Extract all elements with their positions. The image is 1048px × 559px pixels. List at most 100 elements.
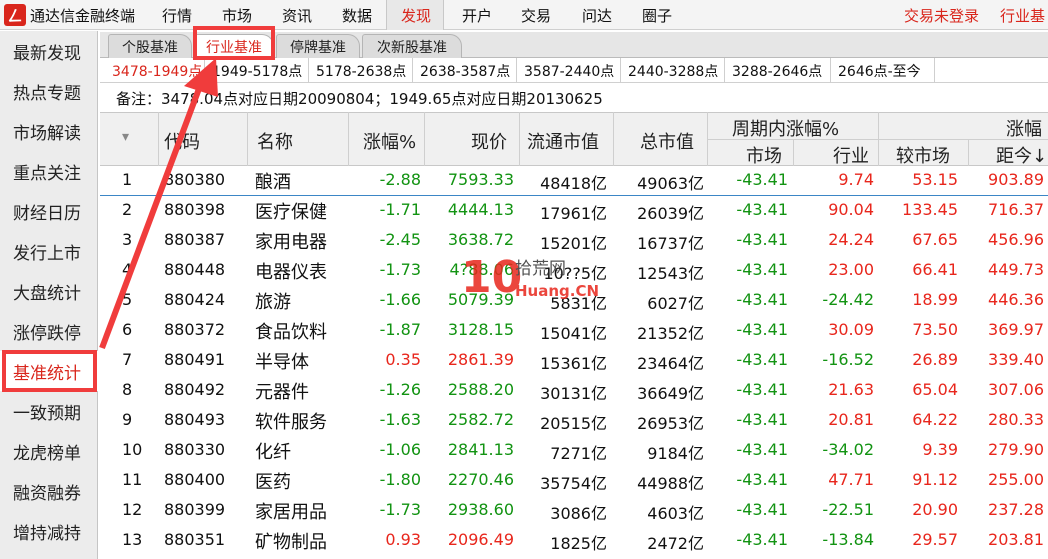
sort-arrow-icon[interactable]: ▾ <box>122 129 129 145</box>
column-header-vs-market[interactable]: 较市场 <box>896 142 950 168</box>
table-row[interactable]: 6 880372 食品饮料 -1.87 3128.15 15041亿 21352亿 -43.4… <box>100 316 1048 346</box>
range-option[interactable]: 1949-5178点 <box>205 58 309 83</box>
table-row[interactable]: 13 880351 矿物制品 0.93 2096.49 1825亿 2472亿 -43.41 -… <box>100 526 1048 556</box>
cell-industry: -22.51 <box>822 500 874 519</box>
cell-float-cap: 7271亿 <box>550 444 607 463</box>
sidebar-item-hot-topics[interactable]: 热点专题 <box>0 71 98 111</box>
cell-change: -2.45 <box>379 230 421 249</box>
range-option[interactable]: 2646点-至今 <box>831 58 935 83</box>
sidebar-item-holding-changes[interactable]: 增持减持 <box>0 511 98 551</box>
table-row[interactable]: 9 880493 软件服务 -1.63 2582.72 20515亿 26953亿 -43.4… <box>100 406 1048 436</box>
cell-market: -43.41 <box>736 200 788 219</box>
menu-item-shuju[interactable]: 数据 <box>342 5 372 26</box>
cell-idx: 13 <box>122 530 143 549</box>
cell-name: 化纤 <box>255 442 291 463</box>
menu-item-faxian[interactable]: 发现 <box>401 5 431 26</box>
column-header-change[interactable]: 涨幅% <box>363 128 416 154</box>
menu-item-quanzi[interactable]: 圈子 <box>642 5 672 26</box>
column-divider <box>348 112 349 166</box>
column-header-price[interactable]: 现价 <box>471 128 507 154</box>
sidebar-item-market-analysis[interactable]: 市场解读 <box>0 111 98 151</box>
cell-idx: 11 <box>122 470 143 489</box>
sidebar-item-finance-calendar[interactable]: 财经日历 <box>0 191 98 231</box>
top-menu-bar: ㄥ 通达信金融终端 行情 市场 资讯 数据 发现 开户 交易 问达 圈子 交易未… <box>0 0 1048 30</box>
sidebar-item-market-stats[interactable]: 大盘统计 <box>0 271 98 311</box>
sidebar-item-consensus[interactable]: 一致预期 <box>0 391 98 431</box>
sidebar-item-ipo[interactable]: 发行上市 <box>0 231 98 271</box>
sidebar-item-latest[interactable]: 最新发现 <box>0 31 98 71</box>
range-option[interactable]: 3587-2440点 <box>517 58 621 83</box>
cell-market: -43.41 <box>736 500 788 519</box>
menu-item-wenda[interactable]: 问达 <box>582 5 612 26</box>
column-header-name[interactable]: 名称 <box>257 128 293 154</box>
cell-idx: 6 <box>122 320 133 339</box>
table-row[interactable]: 7 880491 半导体 0.35 2861.39 15361亿 23464亿 -43.41 -… <box>100 346 1048 376</box>
tab-new-stock-benchmark[interactable]: 次新股基准 <box>362 34 462 58</box>
range-option[interactable]: 3288-2646点 <box>725 58 831 83</box>
cell-total-cap: 12543亿 <box>637 264 704 283</box>
table-row[interactable]: 11 880400 医药 -1.80 2270.46 35754亿 44988亿 -43.41… <box>100 466 1048 496</box>
cell-total-cap: 16737亿 <box>637 234 704 253</box>
menu-item-shichang[interactable]: 市场 <box>222 5 252 26</box>
watermark-logo: 10 拾荒网 Huang.CN <box>461 252 599 303</box>
cell-total-cap: 21352亿 <box>637 324 704 343</box>
column-header-industry[interactable]: 行业 <box>833 142 869 168</box>
tab-suspension-benchmark[interactable]: 停牌基准 <box>276 34 360 58</box>
sidebar-item-limit-up-down[interactable]: 涨停跌停 <box>0 311 98 351</box>
column-header-market[interactable]: 市场 <box>746 142 782 168</box>
cell-total-cap: 26039亿 <box>637 204 704 223</box>
column-header-code[interactable]: 代码 <box>164 128 200 154</box>
cell-name: 电器仪表 <box>255 262 327 283</box>
sidebar-item-dragon-tiger[interactable]: 龙虎榜单 <box>0 431 98 471</box>
table-row[interactable]: 1 880380 酿酒 -2.88 7593.33 48418亿 49063亿 -43.41 9… <box>100 166 1048 196</box>
sidebar-item-margin-trading[interactable]: 融资融券 <box>0 471 98 511</box>
watermark-cn: 拾荒网 <box>515 259 566 279</box>
table-row[interactable]: 12 880399 家居用品 -1.73 2938.60 3086亿 4603亿 -43.41… <box>100 496 1048 526</box>
cell-price: 2588.20 <box>447 380 514 399</box>
menu-item-hangqing[interactable]: 行情 <box>162 5 192 26</box>
menu-item-zixun[interactable]: 资讯 <box>282 5 312 26</box>
cell-vs-market: 18.99 <box>912 290 958 309</box>
range-option[interactable]: 2638-3587点 <box>413 58 517 83</box>
app-logo-icon: ㄥ <box>4 4 26 26</box>
cell-price: 2270.46 <box>447 470 514 489</box>
table-row[interactable]: 2 880398 医疗保健 -1.71 4444.13 17961亿 26039亿 -43.4… <box>100 196 1048 226</box>
sidebar-item-key-focus[interactable]: 重点关注 <box>0 151 98 191</box>
benchmark-note: 备注：3478.04点对应日期20090804；1949.65点对应日期2013… <box>116 90 603 108</box>
cell-change: -1.71 <box>379 200 421 219</box>
cell-market: -43.41 <box>736 230 788 249</box>
cell-float-cap: 3086亿 <box>550 504 607 523</box>
cell-total-cap: 23464亿 <box>637 354 704 373</box>
cell-to-now: 237.28 <box>988 500 1044 519</box>
column-group-right: 涨幅 <box>1006 119 1042 140</box>
cell-to-now: 279.90 <box>988 440 1044 459</box>
cell-market: -43.41 <box>736 320 788 339</box>
cell-code: 880399 <box>164 500 226 519</box>
cell-float-cap: 30131亿 <box>540 384 607 403</box>
table-row[interactable]: 10 880330 化纤 -1.06 2841.13 7271亿 9184亿 -43.41 -3… <box>100 436 1048 466</box>
cell-to-now: 369.97 <box>988 320 1044 339</box>
column-header-total-cap[interactable]: 总市值 <box>640 128 694 154</box>
cell-change: -1.63 <box>379 410 421 429</box>
cell-vs-market: 65.04 <box>912 380 958 399</box>
right-status-tab[interactable]: 行业基 <box>1000 5 1045 26</box>
cell-vs-market: 67.65 <box>912 230 958 249</box>
column-header-to-now[interactable]: 距今↓ <box>996 142 1047 168</box>
cell-market: -43.41 <box>736 530 788 549</box>
table-row[interactable]: 8 880492 元器件 -1.26 2588.20 30131亿 36649亿 -43.41… <box>100 376 1048 406</box>
menu-item-kaihu[interactable]: 开户 <box>462 5 492 26</box>
cell-idx: 10 <box>122 440 143 459</box>
cell-industry: -34.02 <box>822 440 874 459</box>
cell-industry: 90.04 <box>828 200 874 219</box>
range-option[interactable]: 2440-3288点 <box>621 58 725 83</box>
range-option[interactable]: 5178-2638点 <box>309 58 413 83</box>
range-option[interactable]: 3478-1949点 <box>105 58 205 83</box>
cell-vs-market: 73.50 <box>912 320 958 339</box>
cell-change: 0.35 <box>385 350 421 369</box>
menu-item-jiaoyi[interactable]: 交易 <box>521 5 551 26</box>
trade-login-status[interactable]: 交易未登录 <box>904 5 979 26</box>
cell-price: 7593.33 <box>447 170 514 189</box>
column-header-float-cap[interactable]: 流通市值 <box>527 128 599 154</box>
cell-float-cap: 48418亿 <box>540 174 607 193</box>
tab-stock-benchmark[interactable]: 个股基准 <box>108 34 192 58</box>
